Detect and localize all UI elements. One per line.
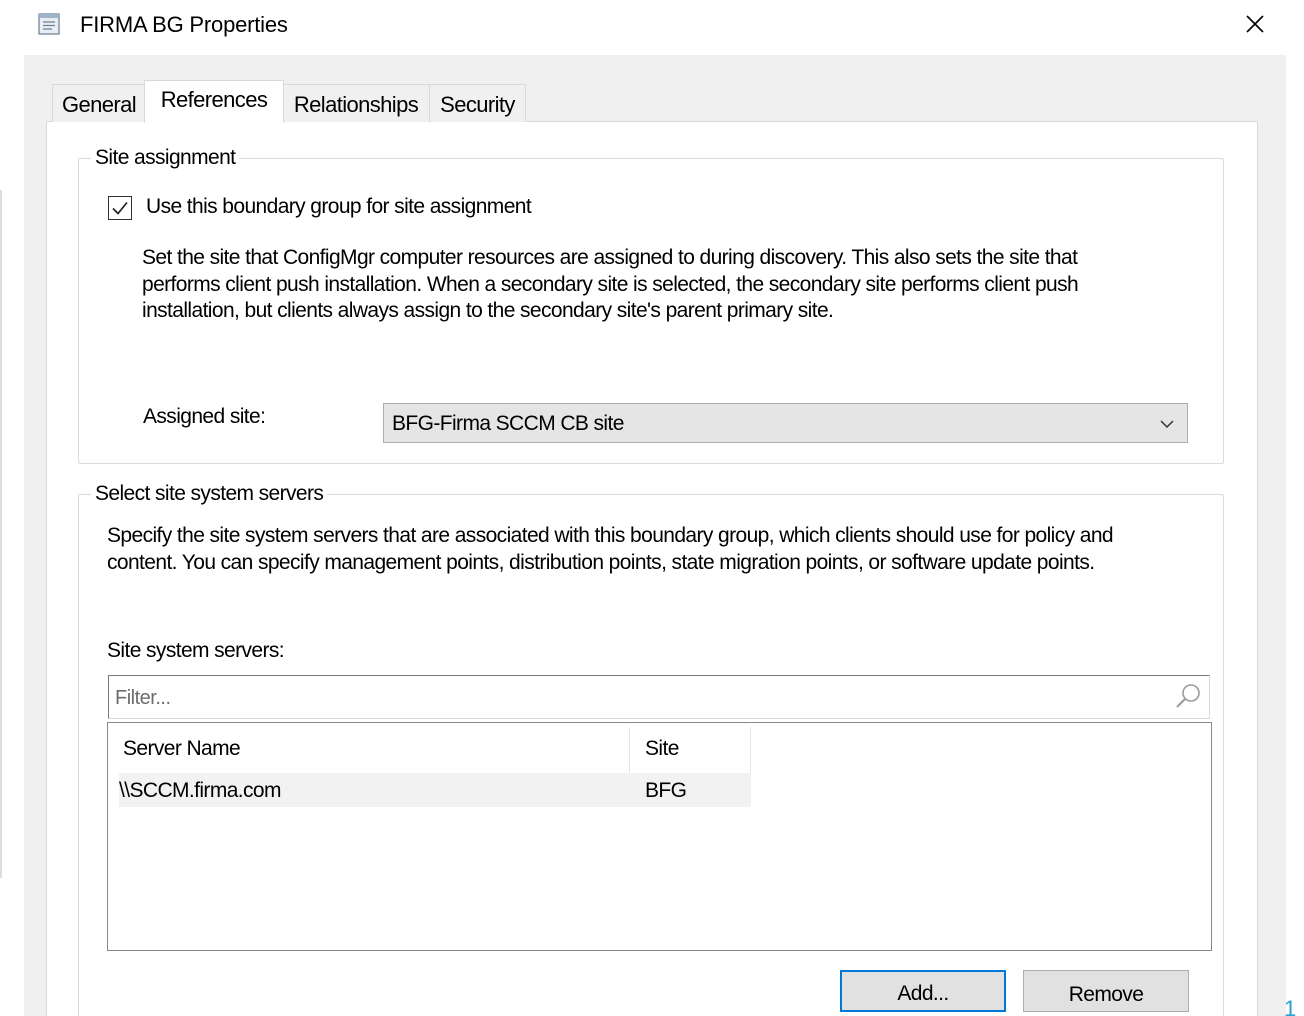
close-icon	[1246, 15, 1264, 33]
title-bar: FIRMA BG Properties	[0, 0, 1304, 52]
site-system-servers-label: Site system servers:	[107, 639, 285, 662]
site-system-servers-list[interactable]: Server Name Site \\SCCM.firma.com BFG	[107, 722, 1212, 951]
assigned-site-label: Assigned site:	[143, 405, 266, 428]
description-line: performs client push installation. When …	[142, 272, 1079, 296]
table-row[interactable]: \\SCCM.firma.com BFG	[119, 773, 751, 807]
properties-window-icon	[38, 13, 60, 35]
description-line: installation, but clients always assign …	[142, 299, 834, 322]
site-system-servers-group-label: Select site system servers	[91, 482, 328, 506]
tab-references[interactable]: References	[144, 80, 284, 123]
site-cell: BFG	[645, 779, 687, 802]
site-assignment-checkbox-label[interactable]: Use this boundary group for site assignm…	[146, 195, 532, 219]
column-header-server-name[interactable]: Server Name	[108, 727, 630, 773]
site-system-servers-description: Specify the site system servers that are…	[107, 523, 1217, 576]
window-title: FIRMA BG Properties	[80, 12, 288, 37]
description-line: content. You can specify management poin…	[107, 550, 1095, 574]
close-button[interactable]	[1232, 4, 1278, 44]
filter-box[interactable]	[108, 675, 1210, 719]
chevron-down-icon	[1160, 420, 1174, 429]
assigned-site-dropdown[interactable]: BFG-Firma SCCM CB site	[383, 403, 1188, 443]
remove-button[interactable]: Remove	[1023, 970, 1189, 1012]
corner-digit: 1	[1284, 996, 1297, 1016]
description-line: Specify the site system servers that are…	[107, 524, 1114, 547]
tab-security[interactable]: Security	[429, 84, 526, 122]
site-assignment-checkbox[interactable]	[108, 196, 132, 220]
filter-input[interactable]	[115, 684, 1155, 712]
add-button[interactable]: Add...	[840, 970, 1006, 1012]
tab-relationships[interactable]: Relationships	[282, 84, 430, 122]
tab-general[interactable]: General	[52, 84, 146, 122]
search-icon[interactable]	[1173, 682, 1203, 712]
background-window-edge	[0, 190, 2, 878]
assigned-site-value: BFG-Firma SCCM CB site	[392, 412, 624, 435]
column-header-site[interactable]: Site	[630, 727, 751, 773]
check-icon	[112, 201, 128, 215]
site-assignment-group-label: Site assignment	[91, 146, 240, 170]
server-name-cell: \\SCCM.firma.com	[119, 779, 282, 802]
description-line: Set the site that ConfigMgr computer res…	[142, 246, 1078, 269]
site-assignment-description: Set the site that ConfigMgr computer res…	[142, 245, 1212, 325]
